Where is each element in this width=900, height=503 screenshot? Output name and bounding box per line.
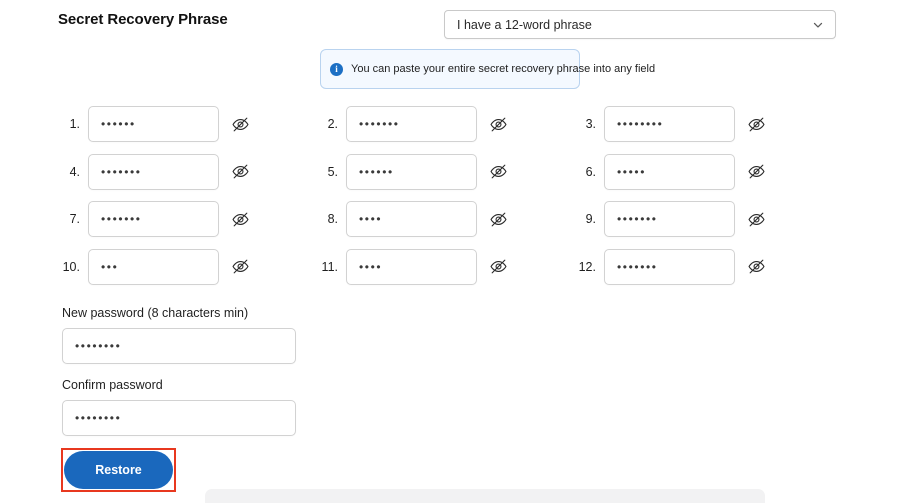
panel-bottom-edge	[205, 489, 765, 503]
eye-off-icon[interactable]	[231, 257, 250, 276]
seed-word-field-3: 3. ••••••••	[574, 104, 766, 144]
seed-word-input[interactable]: •••••••	[604, 248, 735, 285]
seed-word-value: ••••••	[101, 117, 136, 131]
eye-off-icon[interactable]	[489, 162, 508, 181]
confirm-password-input[interactable]: ••••••••	[62, 400, 296, 436]
seed-word-number: 1.	[69, 117, 80, 131]
restore-button[interactable]: Restore	[64, 451, 173, 489]
seed-row: 10. ••• 11. •••• 12. •••••••	[0, 247, 900, 295]
eye-off-icon[interactable]	[747, 115, 766, 134]
seed-word-input[interactable]: ••••••••	[604, 106, 735, 142]
new-password-block: New password (8 characters min) ••••••••	[62, 306, 296, 364]
eye-off-icon[interactable]	[489, 257, 508, 276]
new-password-input[interactable]: ••••••••	[62, 328, 296, 364]
phrase-length-select[interactable]: I have a 12-word phrase	[444, 10, 836, 39]
eye-off-icon[interactable]	[489, 115, 508, 134]
seed-word-input[interactable]: ••••	[346, 248, 477, 285]
eye-off-icon[interactable]	[231, 115, 250, 134]
chevron-down-icon	[811, 18, 825, 32]
phrase-length-select-value: I have a 12-word phrase	[457, 17, 592, 32]
seed-word-value: ••••••	[359, 164, 394, 179]
seed-word-number: 9.	[585, 212, 596, 226]
eye-off-icon[interactable]	[489, 210, 508, 229]
seed-word-input[interactable]: •••••	[604, 153, 735, 190]
seed-word-number: 5.	[327, 164, 338, 179]
confirm-password-block: Confirm password ••••••••	[62, 378, 296, 436]
header: Secret Recovery Phrase I have a 12-word …	[0, 0, 900, 48]
seed-row: 1. •••••• 2. ••••••• 3. ••••••••	[0, 104, 900, 152]
seed-word-input[interactable]: ••••••	[346, 153, 477, 190]
seed-word-field-11: 11. ••••	[316, 247, 508, 287]
eye-off-icon[interactable]	[231, 210, 250, 229]
seed-word-value: •••	[101, 259, 119, 274]
confirm-password-value: ••••••••	[75, 411, 122, 425]
seed-word-number: 6.	[585, 164, 596, 179]
seed-word-field-4: 4. •••••••	[58, 152, 250, 192]
seed-word-value: ••••	[359, 259, 383, 274]
info-icon: i	[330, 62, 343, 76]
eye-off-icon[interactable]	[747, 162, 766, 181]
seed-word-number: 10.	[62, 259, 80, 274]
confirm-password-label: Confirm password	[62, 378, 163, 392]
seed-word-value: ••••••••	[617, 117, 664, 131]
seed-word-field-9: 9. •••••••	[574, 199, 766, 239]
seed-word-value: •••••••	[617, 259, 658, 274]
page-title: Secret Recovery Phrase	[58, 11, 228, 28]
seed-word-number: 3.	[585, 117, 596, 131]
seed-word-field-1: 1. ••••••	[58, 104, 250, 144]
seed-word-field-10: 10. •••	[58, 247, 250, 287]
seed-word-input[interactable]: •••••••	[604, 201, 735, 237]
seed-word-number: 11.	[321, 259, 338, 274]
new-password-label: New password (8 characters min)	[62, 306, 249, 320]
seed-word-input[interactable]: ••••	[346, 201, 477, 237]
seed-word-field-6: 6. •••••	[574, 152, 766, 192]
new-password-value: ••••••••	[75, 339, 122, 353]
eye-off-icon[interactable]	[747, 210, 766, 229]
seed-word-field-7: 7. •••••••	[58, 199, 250, 239]
seed-phrase-grid: 1. •••••• 2. ••••••• 3. •••••••• 4. ••••…	[0, 104, 900, 294]
seed-word-field-2: 2. •••••••	[316, 104, 508, 144]
seed-row: 7. ••••••• 8. •••• 9. •••••••	[0, 199, 900, 247]
seed-word-field-5: 5. ••••••	[316, 152, 508, 192]
paste-hint-banner: i You can paste your entire secret recov…	[320, 49, 655, 89]
seed-word-field-8: 8. ••••	[316, 199, 508, 239]
seed-word-input[interactable]: •••••••	[88, 201, 219, 237]
seed-word-value: •••••	[617, 164, 647, 179]
seed-word-input[interactable]: ••••••	[88, 106, 219, 142]
seed-word-input[interactable]: •••••••	[346, 106, 477, 142]
seed-word-number: 12.	[578, 259, 596, 274]
seed-word-value: •••••••	[101, 164, 142, 179]
eye-off-icon[interactable]	[747, 257, 766, 276]
seed-word-input[interactable]: •••••••	[88, 153, 219, 190]
seed-row: 4. ••••••• 5. •••••• 6. •••••	[0, 152, 900, 200]
seed-word-value: ••••	[359, 212, 383, 226]
seed-word-number: 8.	[327, 212, 338, 226]
seed-word-input[interactable]: •••	[88, 248, 219, 285]
seed-word-number: 7.	[69, 212, 80, 226]
seed-word-value: •••••••	[359, 117, 400, 131]
seed-word-value: •••••••	[101, 212, 142, 226]
seed-word-number: 2.	[327, 117, 338, 131]
seed-word-value: •••••••	[617, 212, 658, 226]
seed-word-number: 4.	[69, 164, 80, 179]
seed-word-field-12: 12. •••••••	[574, 247, 766, 287]
eye-off-icon[interactable]	[231, 162, 250, 181]
paste-hint-text: You can paste your entire secret recover…	[351, 63, 656, 75]
